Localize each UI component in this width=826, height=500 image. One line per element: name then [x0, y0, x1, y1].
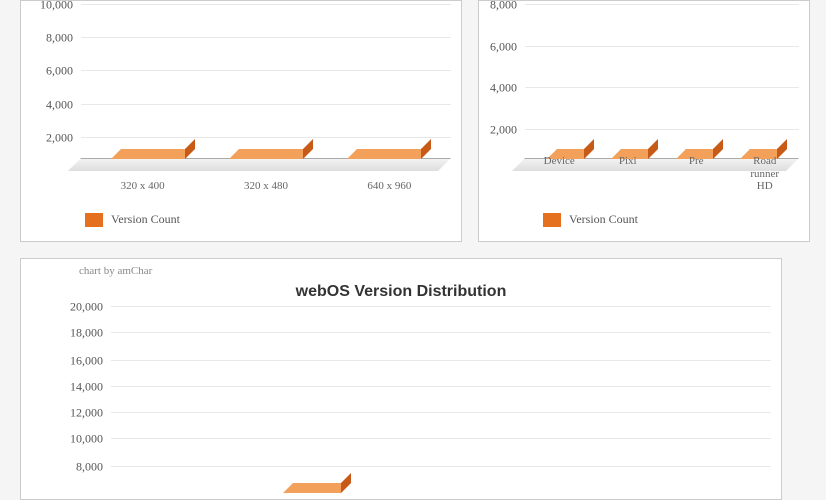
- y-tick: 10,000: [70, 432, 111, 447]
- y-tick: 8,000: [76, 459, 111, 474]
- device-chart-panel: 8,000 6,000 4,000 2,000 Device Pixi Pre …: [478, 0, 810, 242]
- x-label: Pre: [662, 155, 731, 193]
- x-label: 640 x 960: [328, 180, 451, 193]
- y-tick: 4,000: [490, 81, 525, 96]
- y-tick: 2,000: [46, 130, 81, 145]
- y-tick: 18,000: [70, 326, 111, 341]
- legend: Version Count: [85, 212, 180, 227]
- dashboard: 10,000 8,000 6,000 4,000 2,000 320 x 400…: [0, 0, 826, 500]
- resolution-chart-panel: 10,000 8,000 6,000 4,000 2,000 320 x 400…: [20, 0, 462, 242]
- y-tick: 2,000: [490, 122, 525, 137]
- x-label: 320 x 480: [204, 180, 327, 193]
- legend: Version Count: [543, 212, 638, 227]
- chart-title: webOS Version Distribution: [21, 283, 781, 301]
- legend-swatch-icon: [543, 213, 561, 227]
- x-label: Device: [525, 155, 594, 193]
- chart-attribution: chart by amChar: [79, 265, 152, 277]
- version-chart-panel: chart by amChar webOS Version Distributi…: [20, 258, 782, 500]
- y-tick: 16,000: [70, 353, 111, 368]
- legend-label: Version Count: [569, 212, 638, 227]
- x-label: Pixi: [594, 155, 663, 193]
- legend-label: Version Count: [111, 212, 180, 227]
- y-tick: 6,000: [46, 64, 81, 79]
- x-label: Road runner HD: [731, 155, 800, 193]
- version-plot: 20,000 18,000 16,000 14,000 12,000 10,00…: [111, 307, 771, 493]
- legend-swatch-icon: [85, 213, 103, 227]
- x-label: 320 x 400: [81, 180, 204, 193]
- y-tick: 12,000: [70, 406, 111, 421]
- y-tick: 6,000: [490, 39, 525, 54]
- y-tick: 4,000: [46, 97, 81, 112]
- y-tick: 10,000: [40, 0, 81, 13]
- y-tick: 8,000: [46, 31, 81, 46]
- y-tick: 8,000: [490, 0, 525, 13]
- resolution-plot: 10,000 8,000 6,000 4,000 2,000: [81, 5, 451, 171]
- device-plot: 8,000 6,000 4,000 2,000: [525, 5, 799, 171]
- y-tick: 20,000: [70, 300, 111, 315]
- y-tick: 14,000: [70, 379, 111, 394]
